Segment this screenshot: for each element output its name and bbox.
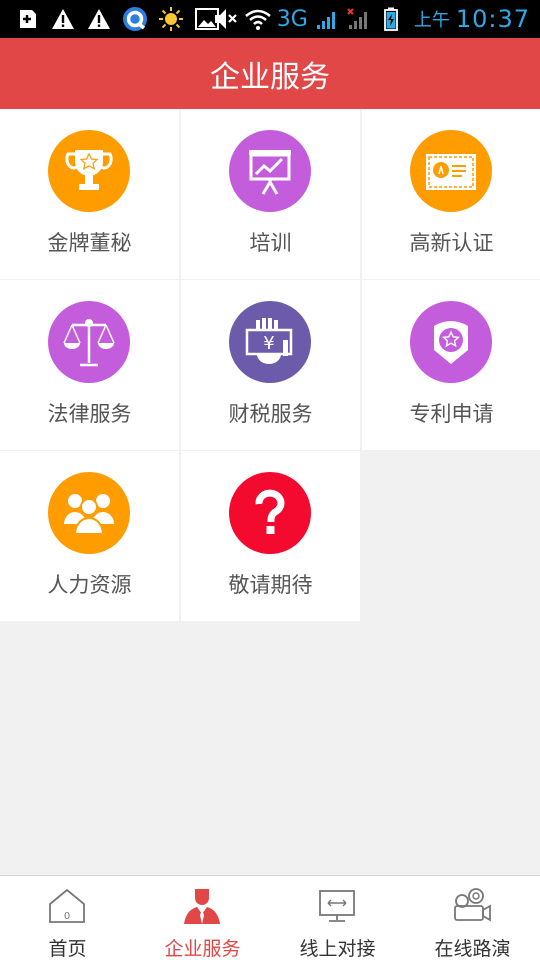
- service-label: 高新认证: [409, 231, 494, 255]
- nav-home[interactable]: 0 首页: [0, 876, 135, 960]
- network-type: 3G: [276, 6, 308, 32]
- add-notification-icon: [20, 10, 36, 28]
- video-camera-icon: [454, 888, 491, 922]
- page-header: 企业服务: [0, 38, 540, 109]
- patent-badge-icon: [410, 301, 492, 383]
- bottom-navigation: 0 首页 企业服务 线上对接 在线路演: [0, 875, 540, 960]
- service-label: 财税服务: [228, 402, 313, 426]
- nav-label: 线上对接: [299, 938, 376, 960]
- service-tile-coming-soon[interactable]: 敬请期待: [181, 451, 360, 621]
- nav-label: 企业服务: [164, 938, 241, 960]
- status-bar: 3G 上午 10:37: [0, 0, 540, 38]
- nav-online-matching[interactable]: 线上对接: [270, 876, 405, 960]
- monitor-icon: [319, 890, 355, 922]
- warning-icon: [52, 9, 74, 29]
- time-ampm: 上午: [413, 10, 450, 31]
- status-bar-notifications: [14, 5, 220, 33]
- service-label: 专利申请: [409, 402, 494, 426]
- service-tile-training[interactable]: 培训: [181, 109, 360, 279]
- nav-label: 在线路演: [434, 938, 511, 960]
- scales-icon: [48, 301, 130, 383]
- wifi-icon: [244, 9, 271, 30]
- service-label: 培训: [249, 231, 292, 255]
- service-tile-gold-secretary[interactable]: 金牌董秘: [0, 109, 179, 279]
- service-label: 金牌董秘: [47, 231, 132, 255]
- service-tile-hr[interactable]: 人力资源: [0, 451, 179, 621]
- browser-icon: [123, 7, 147, 31]
- svg-text:0: 0: [64, 911, 70, 922]
- warning-icon: [88, 9, 110, 29]
- nav-enterprise-services[interactable]: 企业服务: [135, 876, 270, 960]
- clock: 10:37: [455, 5, 530, 33]
- money-hand-icon: ¥: [229, 301, 311, 383]
- nav-label: 首页: [48, 938, 87, 960]
- certificate-icon: [410, 130, 492, 212]
- status-bar-system: 3G 上午 10:37: [213, 3, 530, 35]
- service-tile-legal[interactable]: 法律服务: [0, 280, 179, 450]
- presentation-board-icon: [229, 130, 311, 212]
- people-group-icon: [48, 472, 130, 554]
- page-title: 企业服务: [210, 59, 330, 95]
- battery-charging-icon: [383, 7, 398, 31]
- home-icon: 0: [49, 888, 85, 923]
- weather-sun-icon: [159, 7, 183, 31]
- business-person-icon: [184, 889, 220, 924]
- question-mark-icon: [229, 472, 311, 554]
- no-signal-icon: [347, 8, 367, 29]
- service-tile-tax[interactable]: ¥ 财税服务: [181, 280, 360, 450]
- service-label: 敬请期待: [228, 573, 313, 597]
- service-label: 人力资源: [47, 573, 132, 597]
- svg-text:¥: ¥: [263, 333, 274, 354]
- service-label: 法律服务: [47, 402, 132, 426]
- service-tile-patent[interactable]: 专利申请: [362, 280, 540, 450]
- signal-icon: [316, 12, 335, 29]
- service-tile-hightech-cert[interactable]: 高新认证: [362, 109, 540, 279]
- nav-online-roadshow[interactable]: 在线路演: [405, 876, 540, 960]
- trophy-icon: [48, 130, 130, 212]
- mute-icon: [214, 9, 237, 29]
